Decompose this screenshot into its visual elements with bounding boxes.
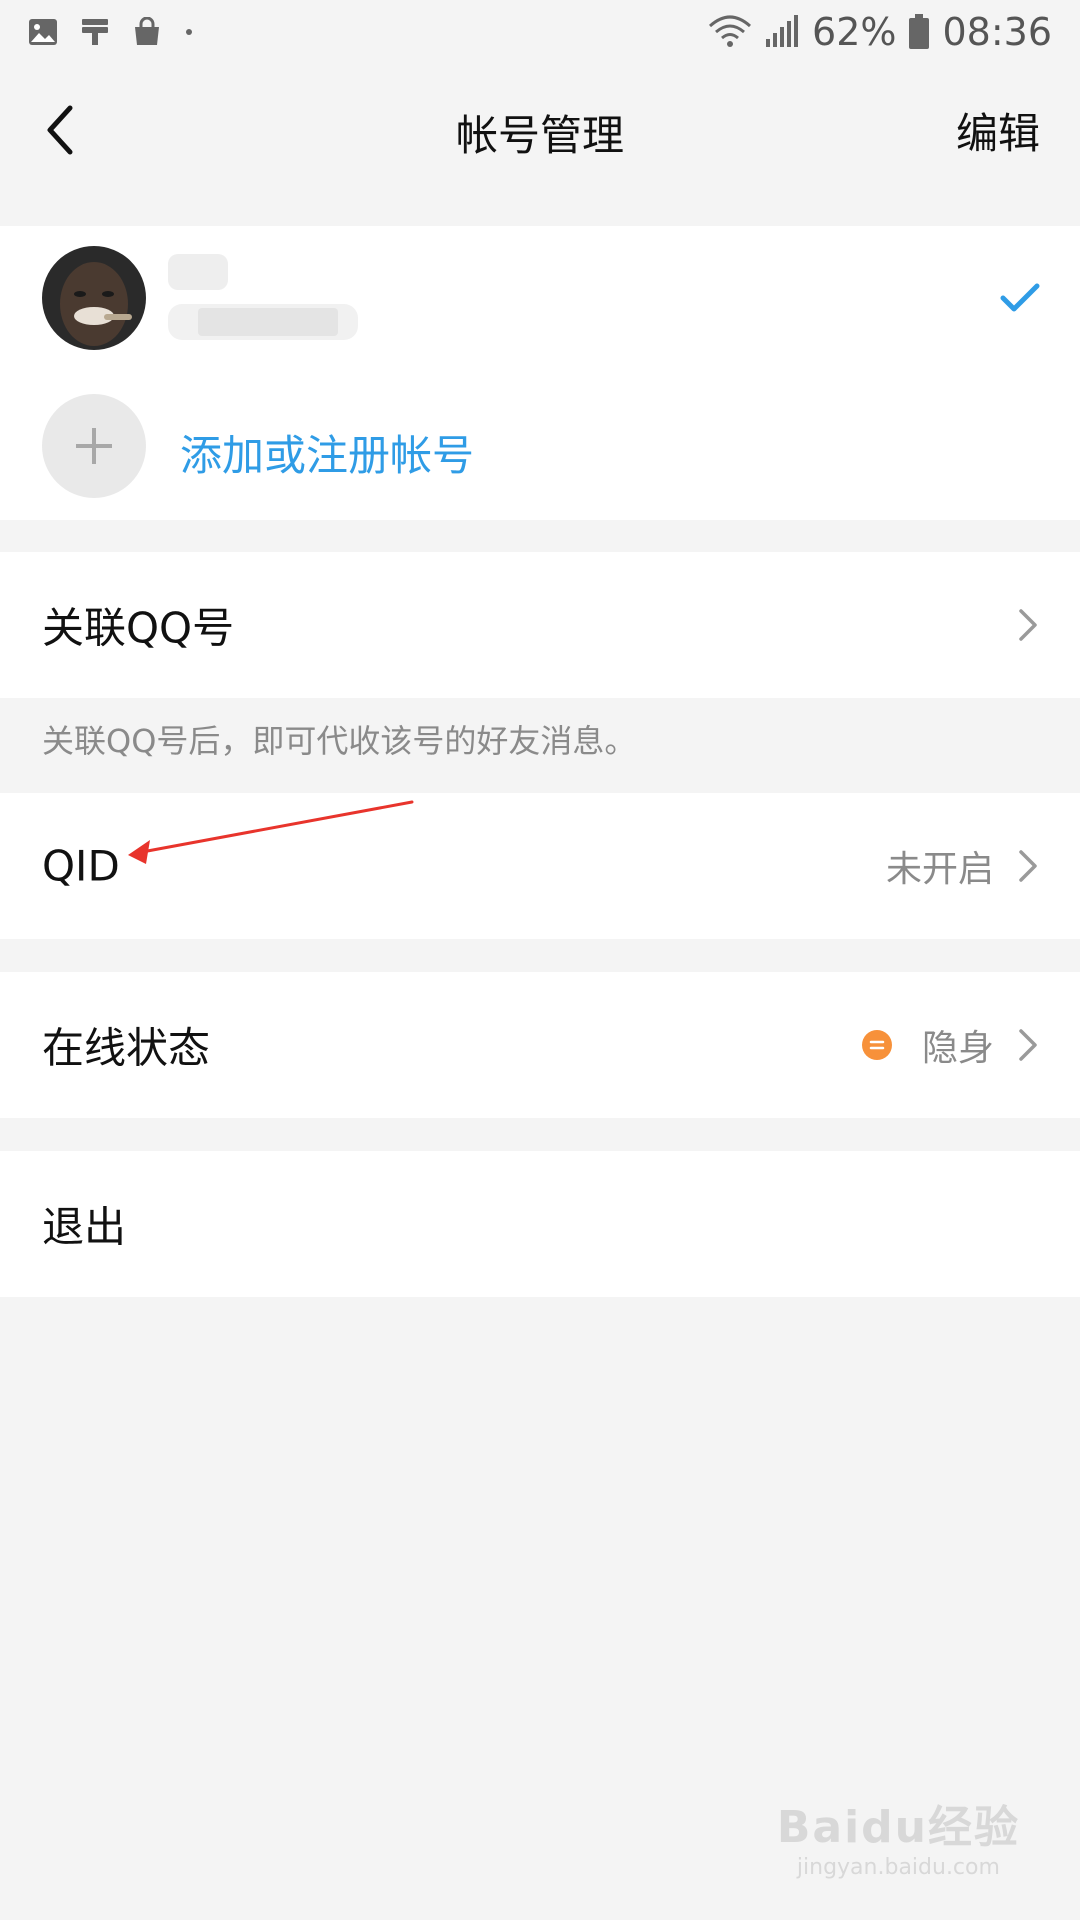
qid-status: 未开启 xyxy=(885,849,994,890)
battery-icon xyxy=(909,14,930,49)
invisible-status-icon xyxy=(861,1030,892,1060)
shopping-bag-icon xyxy=(135,17,159,45)
online-status-row[interactable]: 在线状态 隐身 xyxy=(0,972,1080,1118)
qid-label: QID xyxy=(42,841,120,891)
status-left-icons xyxy=(28,17,194,47)
account-card: 添加或注册帐号 xyxy=(0,226,1080,520)
signal-icon xyxy=(766,15,799,47)
watermark-url: jingyan.baidu.com xyxy=(796,1855,1000,1880)
status-right: 62% 08:36 xyxy=(708,10,1052,54)
add-account-label[interactable]: 添加或注册帐号 xyxy=(180,422,474,483)
chevron-right-icon xyxy=(1019,609,1037,641)
online-status-value: 隐身 xyxy=(921,1028,994,1069)
add-account-button[interactable] xyxy=(42,394,146,498)
avatar[interactable] xyxy=(42,246,146,350)
paint-roller-icon xyxy=(82,19,108,45)
page-title: 帐号管理 xyxy=(455,111,624,160)
check-icon xyxy=(1000,283,1040,312)
avatar-photo xyxy=(42,246,146,350)
dot-icon xyxy=(186,29,192,35)
plus-icon xyxy=(76,428,112,464)
online-status-label: 在线状态 xyxy=(42,1023,211,1073)
link-qq-label: 关联QQ号 xyxy=(42,603,235,653)
watermark-brand: Baidu经验 xyxy=(776,1802,1020,1853)
link-qq-row[interactable]: 关联QQ号 xyxy=(0,552,1080,698)
chevron-right-icon xyxy=(1019,850,1037,882)
logout-label: 退出 xyxy=(42,1202,127,1252)
watermark: Baidu经验 jingyan.baidu.com xyxy=(777,1791,1020,1880)
chevron-right-icon xyxy=(1019,1029,1037,1061)
blurred-account-name xyxy=(168,254,358,340)
nav-bar: 帐号管理 编辑 xyxy=(0,64,1080,194)
edit-button[interactable]: 编辑 xyxy=(956,100,1040,161)
wifi-icon xyxy=(709,15,752,47)
status-bar: 62% 08:36 xyxy=(0,0,1080,64)
qid-row[interactable]: QID 未开启 xyxy=(0,793,1080,939)
link-qq-note: 关联QQ号后，即可代收该号的好友消息。 xyxy=(42,722,637,760)
image-icon xyxy=(29,19,57,45)
clock: 08:36 xyxy=(942,10,1052,54)
logout-row[interactable]: 退出 xyxy=(0,1151,1080,1297)
battery-percent: 62% xyxy=(812,10,897,54)
